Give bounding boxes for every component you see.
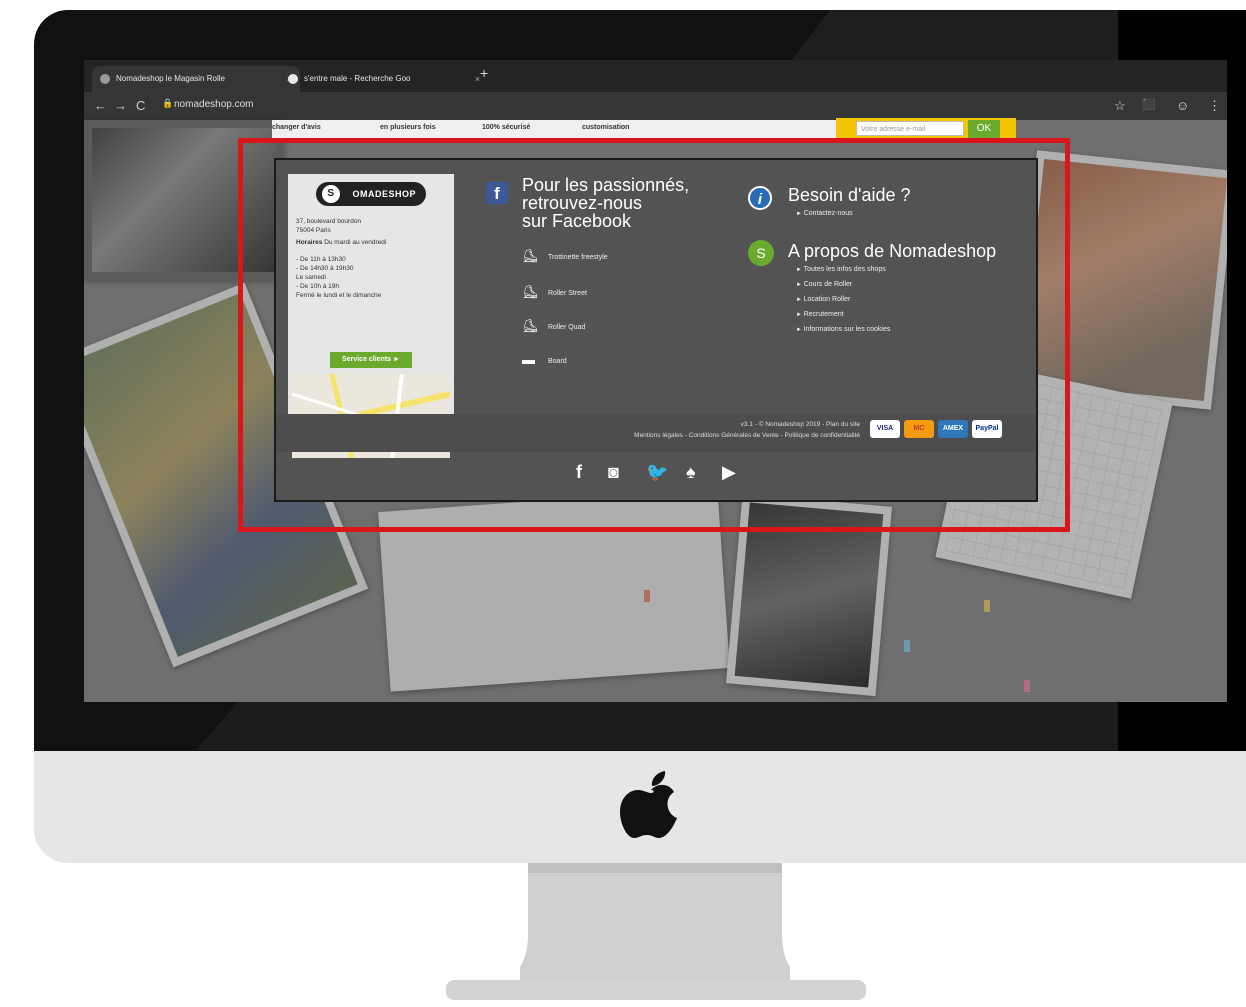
newsletter-ok-button[interactable]: OK (968, 120, 1000, 138)
tab-nomadeshop[interactable]: Nomadeshop le Magasin Rolle × (92, 66, 300, 92)
profile-icon[interactable]: ☺ (1176, 98, 1189, 113)
google-icon (288, 74, 298, 84)
tab-title: s'entre male - Recherche Goo (304, 74, 411, 83)
tab-google-search[interactable]: s'entre male - Recherche Goo × (280, 66, 488, 92)
browser-tab-bar: Nomadeshop le Magasin Rolle × s'entre ma… (84, 60, 1227, 92)
extension-icon[interactable]: ⬛ (1142, 98, 1156, 111)
imac-stand (520, 863, 790, 981)
favicon-icon (100, 74, 110, 84)
menu-icon[interactable]: ⋮ (1208, 98, 1221, 114)
url-field[interactable]: nomadeshop.com (174, 99, 254, 110)
newsletter-email-input[interactable]: Votre adresse e-mail (856, 121, 964, 136)
address-bar: ← → C 🔒 nomadeshop.com ☆ ⬛ ☺ ⋮ (84, 92, 1227, 120)
reload-icon[interactable]: C (136, 98, 145, 113)
imac-stand-base (446, 980, 866, 1000)
new-tab-button[interactable]: + (480, 65, 488, 81)
highlight-frame (238, 138, 1070, 532)
strip-item: en plusieurs fois (380, 124, 436, 131)
strip-item: changer d'avis (272, 124, 321, 131)
strip-item: 100% sécurisé (482, 124, 531, 131)
forward-arrow-icon[interactable]: → (114, 98, 127, 113)
star-icon[interactable]: ☆ (1114, 98, 1126, 114)
tab-title: Nomadeshop le Magasin Rolle (116, 74, 225, 83)
lock-icon: 🔒 (162, 98, 174, 108)
back-arrow-icon[interactable]: ← (94, 98, 107, 113)
newsletter-box: Votre adresse e-mail OK (836, 118, 1016, 140)
apple-logo-icon (620, 771, 677, 838)
strip-item: customisation (582, 124, 630, 131)
